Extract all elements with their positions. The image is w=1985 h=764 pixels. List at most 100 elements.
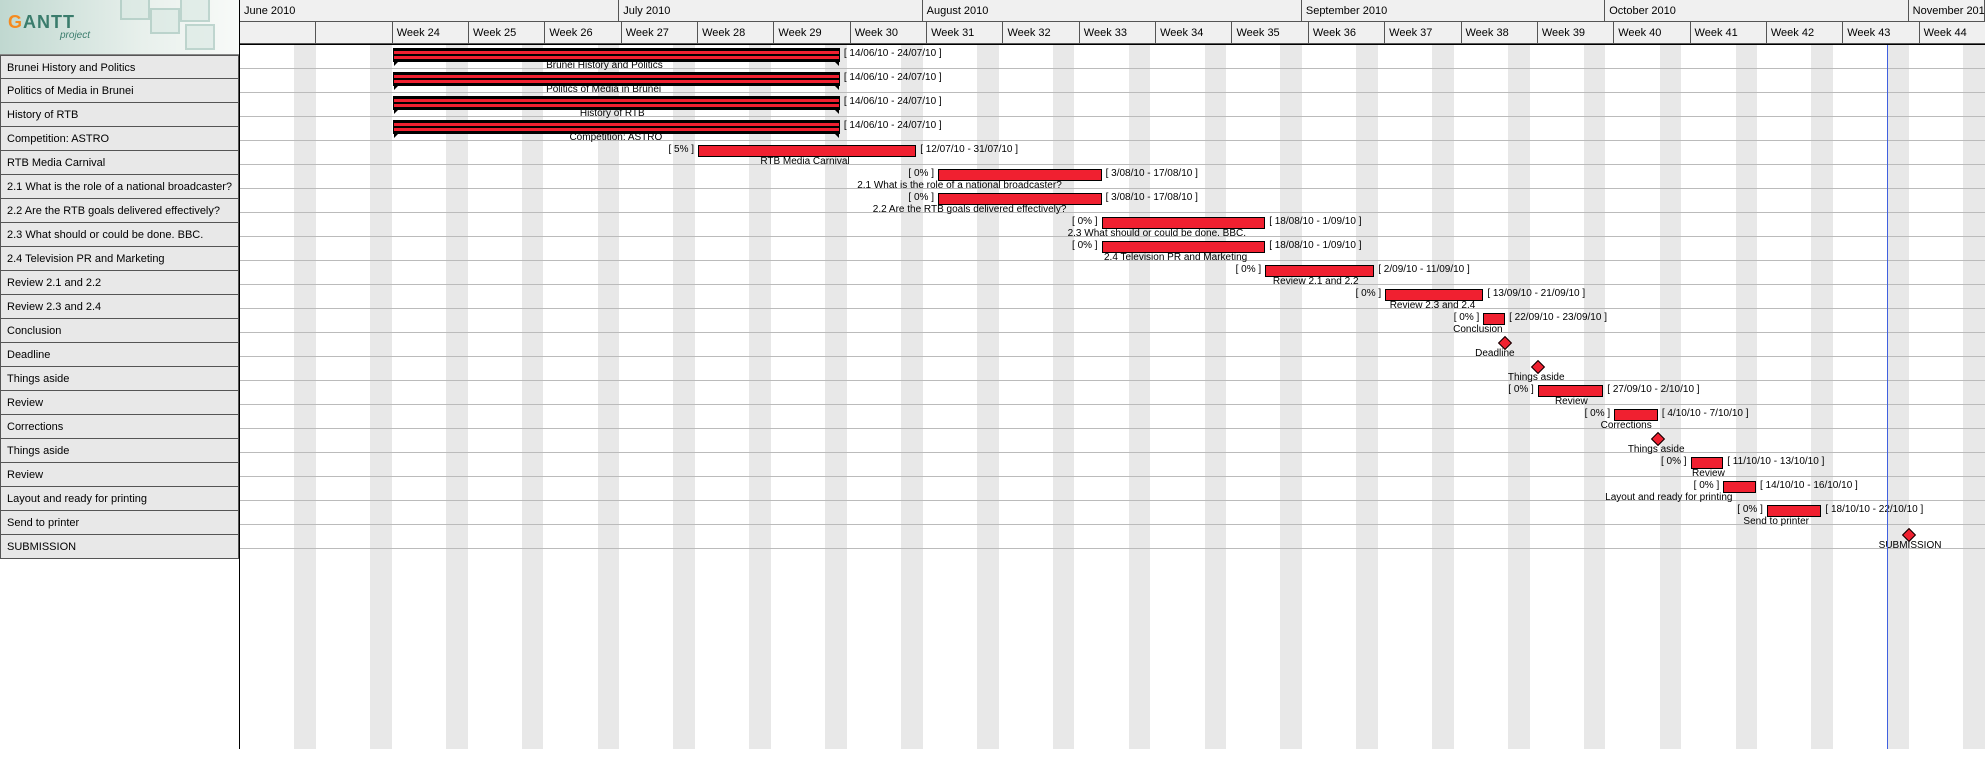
task-label[interactable]: Things aside xyxy=(0,367,239,391)
task-row: [ 14/10/10 - 16/10/10 ][ 0% ]Layout and … xyxy=(240,477,1985,501)
task-rows: [ 14/06/10 - 24/07/10 ]Brunei History an… xyxy=(240,45,1985,549)
bar-pct-label: [ 0% ] xyxy=(1725,504,1763,515)
chart-body[interactable]: [ 14/06/10 - 24/07/10 ]Brunei History an… xyxy=(240,45,1985,749)
task-label[interactable]: 2.3 What should or could be done. BBC. xyxy=(0,223,239,247)
app-root: GANTT project Brunei History and Politic… xyxy=(0,0,1985,749)
week-header: Week 44 xyxy=(1920,22,1985,43)
bar-dates-label: [ 14/06/10 - 24/07/10 ] xyxy=(844,48,942,59)
task-label[interactable]: History of RTB xyxy=(0,103,239,127)
task-row: [ 22/09/10 - 23/09/10 ][ 0% ]Conclusion xyxy=(240,309,1985,333)
task-row: [ 18/08/10 - 1/09/10 ][ 0% ]2.3 What sho… xyxy=(240,213,1985,237)
bar-pct-label: [ 0% ] xyxy=(1496,384,1534,395)
week-header xyxy=(240,22,316,43)
week-header: Week 28 xyxy=(698,22,774,43)
task-row: Deadline xyxy=(240,333,1985,357)
month-header: October 2010 xyxy=(1605,0,1908,21)
week-header: Week 43 xyxy=(1843,22,1919,43)
logo-rest: ANTT xyxy=(23,12,75,32)
task-row: [ 14/06/10 - 24/07/10 ]Brunei History an… xyxy=(240,45,1985,69)
bar-pct-label: [ 0% ] xyxy=(1343,288,1381,299)
bar-dates-label: [ 18/10/10 - 22/10/10 ] xyxy=(1825,504,1923,515)
task-label[interactable]: Things aside xyxy=(0,439,239,463)
task-label[interactable]: 2.1 What is the role of a national broad… xyxy=(0,175,239,199)
bar-dates-label: [ 12/07/10 - 31/07/10 ] xyxy=(920,144,1018,155)
week-header: Week 32 xyxy=(1003,22,1079,43)
bar-pct-label: [ 0% ] xyxy=(1572,408,1610,419)
bar-dates-label: [ 14/10/10 - 16/10/10 ] xyxy=(1760,480,1858,491)
week-header: Week 35 xyxy=(1232,22,1308,43)
task-label[interactable]: Review 2.1 and 2.2 xyxy=(0,271,239,295)
month-header: August 2010 xyxy=(923,0,1302,21)
task-row: [ 14/06/10 - 24/07/10 ]History of RTB xyxy=(240,93,1985,117)
week-header: Week 29 xyxy=(774,22,850,43)
task-row: [ 18/10/10 - 22/10/10 ][ 0% ]Send to pri… xyxy=(240,501,1985,525)
bar-name-label: SUBMISSION xyxy=(1879,540,1942,551)
task-label[interactable]: Conclusion xyxy=(0,319,239,343)
task-row: [ 11/10/10 - 13/10/10 ][ 0% ]Review xyxy=(240,453,1985,477)
week-header: Week 40 xyxy=(1614,22,1690,43)
task-row: [ 18/08/10 - 1/09/10 ][ 0% ]2.4 Televisi… xyxy=(240,237,1985,261)
task-row: [ 12/07/10 - 31/07/10 ][ 5% ]RTB Media C… xyxy=(240,141,1985,165)
bar-dates-label: [ 22/09/10 - 23/09/10 ] xyxy=(1509,312,1607,323)
week-header: Week 27 xyxy=(622,22,698,43)
task-row: [ 13/09/10 - 21/09/10 ][ 0% ]Review 2.3 … xyxy=(240,285,1985,309)
bar-pct-label: [ 0% ] xyxy=(1681,480,1719,491)
task-label[interactable]: Layout and ready for printing xyxy=(0,487,239,511)
task-label[interactable]: Competition: ASTRO xyxy=(0,127,239,151)
week-header: Week 34 xyxy=(1156,22,1232,43)
week-header: Week 26 xyxy=(545,22,621,43)
bar-dates-label: [ 11/10/10 - 13/10/10 ] xyxy=(1727,456,1824,467)
bar-dates-label: [ 27/09/10 - 2/10/10 ] xyxy=(1607,384,1699,395)
month-header: September 2010 xyxy=(1302,0,1605,21)
month-header: November 2010 xyxy=(1909,0,1985,21)
week-header: Week 33 xyxy=(1080,22,1156,43)
task-label[interactable]: Deadline xyxy=(0,343,239,367)
task-row: [ 4/10/10 - 7/10/10 ][ 0% ]Corrections xyxy=(240,405,1985,429)
task-row: [ 14/06/10 - 24/07/10 ]Competition: ASTR… xyxy=(240,117,1985,141)
bar-dates-label: [ 13/09/10 - 21/09/10 ] xyxy=(1487,288,1585,299)
week-header: Week 25 xyxy=(469,22,545,43)
timeline-header: June 2010July 2010August 2010September 2… xyxy=(240,0,1985,45)
task-row: [ 14/06/10 - 24/07/10 ]Politics of Media… xyxy=(240,69,1985,93)
bar-dates-label: [ 14/06/10 - 24/07/10 ] xyxy=(844,72,942,83)
bar-dates-label: [ 3/08/10 - 17/08/10 ] xyxy=(1106,168,1198,179)
task-label[interactable]: SUBMISSION xyxy=(0,535,239,559)
week-row: Week 24Week 25Week 26Week 27Week 28Week … xyxy=(240,22,1985,44)
task-label[interactable]: Send to printer xyxy=(0,511,239,535)
task-label[interactable]: Corrections xyxy=(0,415,239,439)
week-header xyxy=(316,22,392,43)
bar-pct-label: [ 0% ] xyxy=(1441,312,1479,323)
task-label[interactable]: Review 2.3 and 2.4 xyxy=(0,295,239,319)
week-header: Week 42 xyxy=(1767,22,1843,43)
month-header: July 2010 xyxy=(619,0,922,21)
week-header: Week 41 xyxy=(1691,22,1767,43)
logo-g: G xyxy=(8,12,23,32)
month-row: June 2010July 2010August 2010September 2… xyxy=(240,0,1985,22)
week-header: Week 31 xyxy=(927,22,1003,43)
bar-dates-label: [ 2/09/10 - 11/09/10 ] xyxy=(1378,264,1470,275)
task-label[interactable]: RTB Media Carnival xyxy=(0,151,239,175)
month-header: June 2010 xyxy=(240,0,619,21)
task-label[interactable]: Review xyxy=(0,391,239,415)
bar-dates-label: [ 3/08/10 - 17/08/10 ] xyxy=(1106,192,1198,203)
task-label[interactable]: 2.2 Are the RTB goals delivered effectiv… xyxy=(0,199,239,223)
week-header: Week 36 xyxy=(1309,22,1385,43)
bar-pct-label: [ 0% ] xyxy=(1223,264,1261,275)
bar-dates-label: [ 14/06/10 - 24/07/10 ] xyxy=(844,120,942,131)
task-label[interactable]: Review xyxy=(0,463,239,487)
task-label[interactable]: 2.4 Television PR and Marketing xyxy=(0,247,239,271)
week-header: Week 30 xyxy=(851,22,927,43)
bar-dates-label: [ 18/08/10 - 1/09/10 ] xyxy=(1269,240,1361,251)
task-row: SUBMISSION xyxy=(240,525,1985,549)
task-row: Things aside xyxy=(240,357,1985,381)
week-header: Week 38 xyxy=(1462,22,1538,43)
week-header: Week 37 xyxy=(1385,22,1461,43)
task-label[interactable]: Brunei History and Politics xyxy=(0,55,239,79)
task-label[interactable]: Politics of Media in Brunei xyxy=(0,79,239,103)
task-list: Brunei History and PoliticsPolitics of M… xyxy=(0,55,239,559)
bar-pct-label: [ 0% ] xyxy=(896,192,934,203)
left-column: GANTT project Brunei History and Politic… xyxy=(0,0,240,749)
week-header: Week 39 xyxy=(1538,22,1614,43)
bar-dates-label: [ 4/10/10 - 7/10/10 ] xyxy=(1662,408,1749,419)
bar-pct-label: [ 0% ] xyxy=(1060,216,1098,227)
